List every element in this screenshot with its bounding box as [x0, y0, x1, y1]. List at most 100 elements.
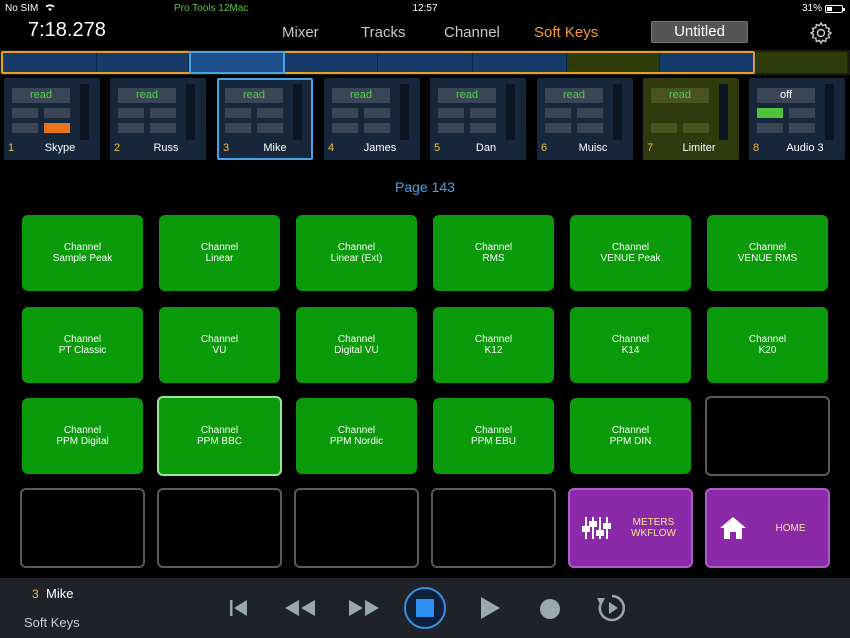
channel-button[interactable]: [789, 123, 815, 133]
soft-key[interactable]: Channel K12: [433, 307, 554, 383]
channel-button[interactable]: [150, 108, 176, 118]
soft-key[interactable]: Channel K20: [707, 307, 828, 383]
channel-button[interactable]: [789, 108, 815, 118]
home-key[interactable]: HOME: [705, 488, 830, 568]
channel-button[interactable]: [438, 108, 464, 118]
channel-strip-1[interactable]: read 1 Skype: [4, 78, 100, 160]
tab-mixer[interactable]: Mixer: [282, 24, 319, 41]
channel-strip-4[interactable]: read 4 James: [324, 78, 420, 160]
tab-channel[interactable]: Channel: [444, 24, 500, 41]
rewind-icon[interactable]: [284, 599, 316, 622]
key-line-2: VENUE RMS: [737, 253, 798, 264]
loop-playback-icon[interactable]: [596, 593, 628, 628]
home-key-label: HOME: [775, 522, 806, 534]
channel-button[interactable]: [12, 108, 38, 118]
soft-key-empty[interactable]: [705, 396, 830, 476]
bank-view-frame: [1, 51, 755, 74]
channel-button[interactable]: [257, 108, 283, 118]
automation-mode[interactable]: read: [332, 88, 390, 103]
home-icon: [713, 508, 753, 548]
soft-key[interactable]: Channel PPM DIN: [570, 398, 691, 474]
soft-key[interactable]: Channel K14: [570, 307, 691, 383]
soft-key[interactable]: Channel PT Classic: [22, 307, 143, 383]
soft-key[interactable]: Channel Linear (Ext): [296, 215, 417, 291]
automation-mode[interactable]: read: [118, 88, 176, 103]
channel-button[interactable]: [44, 108, 70, 118]
channel-strip-2[interactable]: read 2 Russ: [110, 78, 206, 160]
channel-strip-5[interactable]: read 5 Dan: [430, 78, 526, 160]
channel-button[interactable]: [332, 108, 358, 118]
channel-button[interactable]: [257, 123, 283, 133]
stop-button[interactable]: [403, 586, 447, 635]
channel-button[interactable]: [150, 123, 176, 133]
channel-button[interactable]: [225, 108, 251, 118]
level-meter: [506, 84, 515, 140]
channel-button[interactable]: [577, 108, 603, 118]
channel-button[interactable]: [545, 123, 571, 133]
soft-key[interactable]: Channel VU: [159, 307, 280, 383]
key-line-1: Channel: [200, 334, 239, 345]
soft-key[interactable]: Channel RMS: [433, 215, 554, 291]
bank-overview-strip[interactable]: [0, 50, 850, 75]
battery-percent: 31%: [802, 3, 823, 14]
tab-soft-keys[interactable]: Soft Keys: [534, 24, 598, 41]
channel-button[interactable]: [545, 108, 571, 118]
channel-button[interactable]: [118, 123, 144, 133]
channel-button[interactable]: [118, 108, 144, 118]
channel-button[interactable]: [651, 123, 677, 133]
soft-key[interactable]: Channel VENUE Peak: [570, 215, 691, 291]
soft-key-empty[interactable]: [294, 488, 419, 568]
channel-button[interactable]: [44, 123, 70, 133]
channel-strip-6[interactable]: read 6 Muisc: [537, 78, 633, 160]
soft-key[interactable]: Channel PPM BBC: [157, 396, 282, 476]
automation-mode[interactable]: off: [757, 88, 815, 103]
automation-mode[interactable]: read: [545, 88, 603, 103]
channel-button[interactable]: [470, 108, 496, 118]
key-line-2: Linear: [205, 253, 234, 264]
timecode-display[interactable]: 7:18.278: [28, 19, 106, 42]
channel-button[interactable]: [683, 123, 709, 133]
session-name-button[interactable]: Untitled: [651, 21, 748, 43]
channel-button[interactable]: [757, 123, 783, 133]
automation-mode[interactable]: read: [438, 88, 496, 103]
soft-key[interactable]: Channel PPM EBU: [433, 398, 554, 474]
channel-button[interactable]: [225, 123, 251, 133]
channel-button[interactable]: [332, 123, 358, 133]
soft-key[interactable]: Channel VENUE RMS: [707, 215, 828, 291]
channel-button[interactable]: [757, 108, 783, 118]
channel-button[interactable]: [438, 123, 464, 133]
soft-key[interactable]: Channel PPM Nordic: [296, 398, 417, 474]
channel-name: Dan: [475, 142, 497, 154]
automation-mode[interactable]: read: [225, 88, 283, 103]
soft-key[interactable]: Channel Linear: [159, 215, 280, 291]
meters-key-label: METERS WKFLOW: [616, 517, 691, 539]
tab-tracks[interactable]: Tracks: [361, 24, 405, 41]
return-to-zero-icon[interactable]: [229, 599, 249, 622]
soft-key[interactable]: Channel Digital VU: [296, 307, 417, 383]
channel-button[interactable]: [577, 123, 603, 133]
automation-mode[interactable]: read: [651, 88, 709, 103]
channel-strip-3[interactable]: read 3 Mike: [217, 78, 313, 160]
channel-button[interactable]: [364, 123, 390, 133]
channel-strip-7[interactable]: read 7 Limiter: [643, 78, 739, 160]
meters-workflow-key[interactable]: METERS WKFLOW: [568, 488, 693, 568]
transport-bar: 3 Mike Soft Keys: [0, 578, 850, 638]
play-icon[interactable]: [479, 596, 501, 625]
channel-button[interactable]: [364, 108, 390, 118]
gear-icon[interactable]: [809, 21, 833, 45]
key-line-1: Channel: [611, 334, 650, 345]
soft-key[interactable]: Channel Sample Peak: [22, 215, 143, 291]
soft-key-empty[interactable]: [431, 488, 556, 568]
automation-mode[interactable]: read: [12, 88, 70, 103]
key-line-1: Channel: [474, 425, 513, 436]
key-line-2: VU: [212, 345, 227, 356]
fast-forward-icon[interactable]: [348, 599, 380, 622]
soft-key-empty[interactable]: [20, 488, 145, 568]
channel-button[interactable]: [470, 123, 496, 133]
channel-button[interactable]: [12, 123, 38, 133]
channel-strip-8[interactable]: off 8 Audio 3: [749, 78, 845, 160]
bank-segment[interactable]: [756, 52, 848, 73]
soft-key-empty[interactable]: [157, 488, 282, 568]
soft-key[interactable]: Channel PPM Digital: [22, 398, 143, 474]
record-icon[interactable]: [539, 598, 561, 625]
